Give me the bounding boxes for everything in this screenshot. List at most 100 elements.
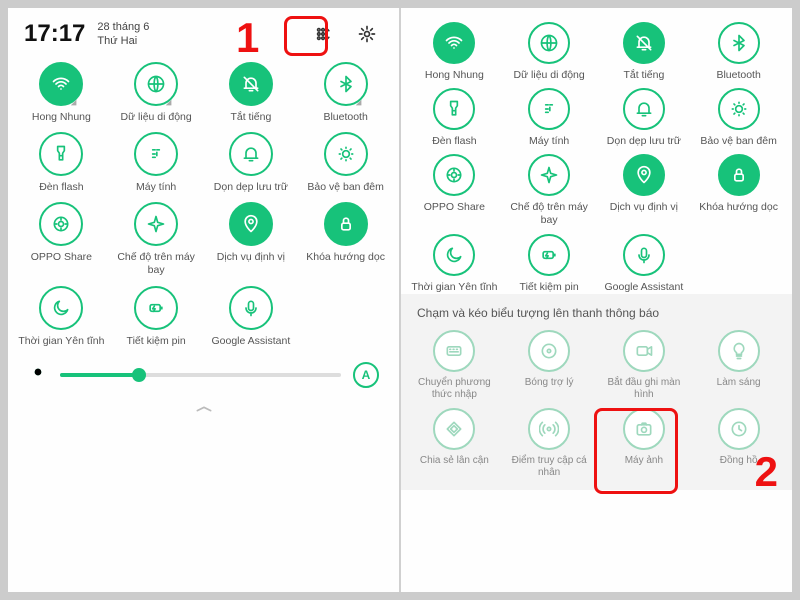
moon-icon[interactable]	[433, 234, 475, 276]
qs-tile-wifi[interactable]: Hong Nhung	[407, 22, 502, 82]
tile-label: Khóa hướng dọc	[699, 201, 778, 214]
globe-icon[interactable]	[528, 22, 570, 64]
tile-label: Chế độ trên máy bay	[502, 201, 597, 227]
tile-label: Máy tính	[529, 135, 569, 148]
qs-tile-globe[interactable]: Dữ liệu di động	[109, 62, 204, 124]
settings-button[interactable]	[351, 18, 383, 50]
tile-label: Tắt tiếng	[623, 69, 664, 82]
qs-tile-share[interactable]: OPPO Share	[14, 202, 109, 277]
qs-tile-bulb[interactable]: Làm sáng	[691, 330, 786, 402]
brightness-slider[interactable]	[60, 373, 341, 377]
battery-icon[interactable]	[134, 286, 178, 330]
tile-label: Chia sẻ lân cận	[420, 455, 489, 468]
qs-tile-battery[interactable]: Tiết kiệm pin	[502, 234, 597, 294]
drag-handle[interactable]	[190, 404, 218, 414]
qs-tile-sun-dim[interactable]: Bảo vệ ban đêm	[691, 88, 786, 148]
tile-label: Google Assistant	[604, 281, 683, 294]
mic-icon[interactable]	[623, 234, 665, 276]
location-icon[interactable]	[623, 154, 665, 196]
sun-dim-icon[interactable]	[718, 88, 760, 130]
bell-off-icon[interactable]	[229, 62, 273, 106]
qs-tile-calculator[interactable]: Máy tính	[109, 132, 204, 194]
qs-tile-mic[interactable]: Google Assistant	[597, 234, 692, 294]
qs-tile-bluetooth[interactable]: Bluetooth	[298, 62, 393, 124]
qs-tile-airplane[interactable]: Chế độ trên máy bay	[109, 202, 204, 277]
hotspot-icon[interactable]	[528, 408, 570, 450]
qs-tile-hotspot[interactable]: Điểm truy cập cá nhân	[502, 408, 597, 480]
qs-tile-location[interactable]: Dịch vụ định vị	[597, 154, 692, 227]
record-icon[interactable]	[623, 330, 665, 372]
qs-tile-keyboard[interactable]: Chuyển phương thức nhập	[407, 330, 502, 402]
qs-tile-bell-off[interactable]: Tắt tiếng	[597, 22, 692, 82]
qs-tile-wifi[interactable]: Hong Nhung	[14, 62, 109, 124]
lock-icon[interactable]	[324, 202, 368, 246]
tile-label: Làm sáng	[717, 377, 761, 390]
sun-dim-icon[interactable]	[324, 132, 368, 176]
qs-tile-lock[interactable]: Khóa hướng dọc	[691, 154, 786, 227]
battery-icon[interactable]	[528, 234, 570, 276]
flashlight-icon[interactable]	[39, 132, 83, 176]
clock-icon[interactable]	[718, 408, 760, 450]
qs-tile-mic[interactable]: Google Assistant	[204, 286, 299, 348]
tray-instruction: Chạm và kéo biểu tượng lên thanh thông b…	[401, 294, 792, 330]
qs-tile-lock[interactable]: Khóa hướng dọc	[298, 202, 393, 277]
tile-label: OPPO Share	[424, 201, 485, 214]
qs-tile-share[interactable]: OPPO Share	[407, 154, 502, 227]
qs-tile-bluetooth[interactable]: Bluetooth	[691, 22, 786, 82]
lock-icon[interactable]	[718, 154, 760, 196]
qs-tile-flashlight[interactable]: Đèn flash	[14, 132, 109, 194]
tile-label: Bắt đầu ghi màn hình	[597, 377, 692, 402]
tile-label: Bảo vệ ban đêm	[700, 135, 776, 148]
rearrange-tiles-button[interactable]	[307, 18, 339, 50]
qs-tile-bell[interactable]: Dọn dẹp lưu trữ	[204, 132, 299, 194]
airplane-icon[interactable]	[134, 202, 178, 246]
camera-icon[interactable]	[623, 408, 665, 450]
keyboard-icon[interactable]	[433, 330, 475, 372]
qs-tile-globe[interactable]: Dữ liệu di động	[502, 22, 597, 82]
tile-label: Thời gian Yên tĩnh	[411, 281, 497, 294]
mic-icon[interactable]	[229, 286, 273, 330]
bell-icon[interactable]	[229, 132, 273, 176]
auto-brightness-toggle[interactable]: A	[353, 362, 379, 388]
right-pane: Hong NhungDữ liệu di động Tắt tiếng Blueto…	[401, 8, 792, 592]
tile-label: Dọn dẹp lưu trữ	[607, 135, 681, 148]
bluetooth-icon[interactable]	[324, 62, 368, 106]
qs-tile-nearby[interactable]: Chia sẻ lân cận	[407, 408, 502, 480]
calculator-icon[interactable]	[134, 132, 178, 176]
qs-tile-airplane[interactable]: Chế độ trên máy bay	[502, 154, 597, 227]
bulb-icon[interactable]	[718, 330, 760, 372]
edit-active-grid: Hong NhungDữ liệu di động Tắt tiếng Blueto…	[401, 8, 792, 294]
qs-tile-record[interactable]: Bắt đầu ghi màn hình	[597, 330, 692, 402]
qs-tile-moon[interactable]: Thời gian Yên tĩnh	[14, 286, 109, 348]
share-icon[interactable]	[433, 154, 475, 196]
share-icon[interactable]	[39, 202, 83, 246]
bluetooth-icon[interactable]	[718, 22, 760, 64]
qs-tile-flashlight[interactable]: Đèn flash	[407, 88, 502, 148]
circle-dot-icon[interactable]	[528, 330, 570, 372]
location-icon[interactable]	[229, 202, 273, 246]
flashlight-icon[interactable]	[433, 88, 475, 130]
moon-icon[interactable]	[39, 286, 83, 330]
tile-label: Dữ liệu di động	[121, 111, 192, 124]
qs-tile-bell[interactable]: Dọn dẹp lưu trữ	[597, 88, 692, 148]
qs-tile-camera[interactable]: Máy ảnh	[597, 408, 692, 480]
brightness-row: A	[8, 348, 399, 398]
tile-label: Tiết kiệm pin	[520, 281, 579, 294]
globe-icon[interactable]	[134, 62, 178, 106]
qs-tile-moon[interactable]: Thời gian Yên tĩnh	[407, 234, 502, 294]
qs-tile-battery[interactable]: Tiết kiệm pin	[109, 286, 204, 348]
qs-tile-circle-dot[interactable]: Bóng trợ lý	[502, 330, 597, 402]
calculator-icon[interactable]	[528, 88, 570, 130]
nearby-icon[interactable]	[433, 408, 475, 450]
tile-label: Khóa hướng dọc	[306, 251, 385, 264]
airplane-icon[interactable]	[528, 154, 570, 196]
bell-off-icon[interactable]	[623, 22, 665, 64]
wifi-icon[interactable]	[39, 62, 83, 106]
quick-settings-grid: Hong Nhung Dữ liệu di động Tắt tiếngBlueto…	[8, 56, 399, 348]
wifi-icon[interactable]	[433, 22, 475, 64]
qs-tile-location[interactable]: Dịch vụ định vị	[204, 202, 299, 277]
qs-tile-sun-dim[interactable]: Bảo vệ ban đêm	[298, 132, 393, 194]
bell-icon[interactable]	[623, 88, 665, 130]
qs-tile-bell-off[interactable]: Tắt tiếng	[204, 62, 299, 124]
qs-tile-calculator[interactable]: Máy tính	[502, 88, 597, 148]
